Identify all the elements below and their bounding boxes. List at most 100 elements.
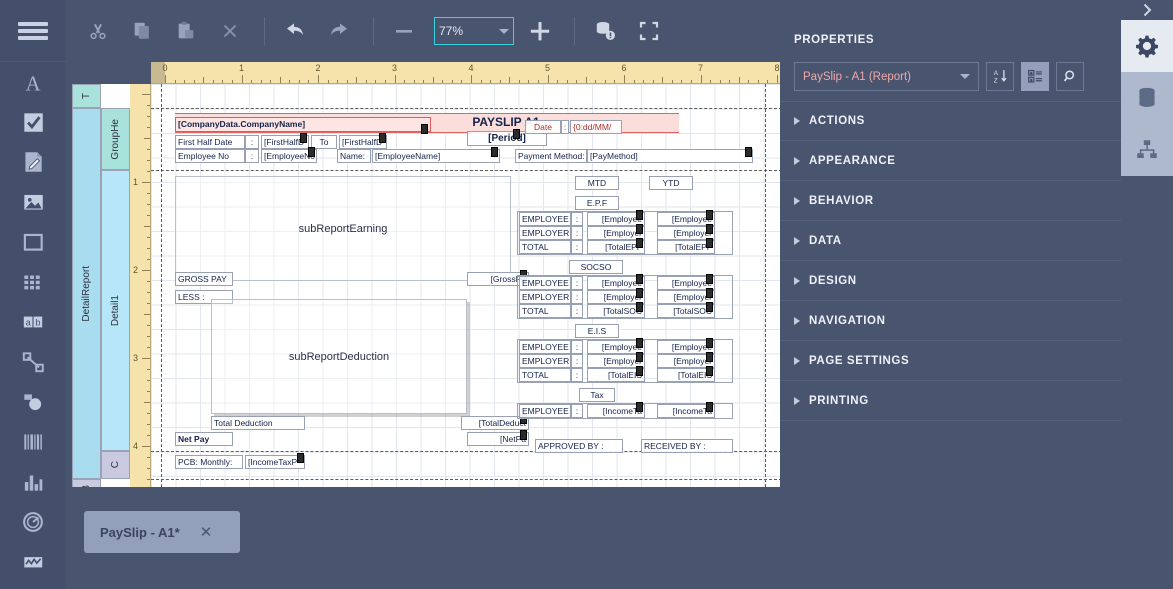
band-group-header[interactable]: GroupHe [101, 108, 130, 170]
resize-handle[interactable] [706, 352, 713, 362]
epf-block-row-2-label[interactable]: TOTAL [519, 240, 571, 254]
epf-block-title[interactable]: E.P.F [575, 196, 619, 210]
employee-no-label[interactable]: Employee No [175, 149, 245, 163]
paste-button[interactable] [166, 9, 206, 53]
copy-button[interactable] [122, 9, 162, 53]
eis-block-row-0-colon[interactable]: : [571, 340, 583, 354]
tax-block-row-0-colon[interactable]: : [571, 404, 583, 418]
resize-handle[interactable] [636, 366, 643, 376]
epf-block-row-1-colon[interactable]: : [571, 226, 583, 240]
delete-button[interactable] [210, 9, 250, 53]
barcode-tool[interactable] [0, 422, 66, 462]
prop-group-design[interactable]: DESIGN [780, 261, 1121, 301]
resize-handle[interactable] [636, 402, 643, 412]
label-tool[interactable]: A [0, 62, 66, 102]
band-calc[interactable]: C [101, 451, 130, 479]
employee-no-colon[interactable]: : [245, 149, 259, 163]
pcb-label[interactable]: PCB: Monthly: [175, 455, 243, 469]
line-tool[interactable] [0, 342, 66, 382]
prop-group-navigation[interactable]: NAVIGATION [780, 301, 1121, 341]
zoom-level-input[interactable]: 77% [434, 17, 514, 45]
validate-button[interactable] [585, 9, 625, 53]
resize-handle[interactable] [636, 288, 643, 298]
gauge-tool[interactable] [0, 502, 66, 542]
zoom-out-button[interactable] [384, 9, 424, 53]
eis-block-row-2-label[interactable]: TOTAL [519, 368, 571, 382]
prop-group-actions[interactable]: ACTIONS [780, 101, 1121, 141]
categorized-view-button[interactable] [1021, 62, 1049, 91]
eis-block-row-1-colon[interactable]: : [571, 354, 583, 368]
date-colon[interactable]: : [561, 120, 569, 134]
prop-group-printing[interactable]: PRINTING [780, 381, 1121, 421]
band-bottom-margin[interactable]: B [72, 479, 101, 487]
resize-handle[interactable] [308, 147, 315, 157]
payment-method-label[interactable]: Payment Method: [515, 149, 587, 163]
resize-handle[interactable] [636, 238, 643, 248]
eis-block-title[interactable]: E.I.S [575, 324, 619, 338]
socso-block-row-0-label[interactable]: EMPLOYEE [519, 276, 571, 290]
sub-report-deduction[interactable]: subReportDeduction [211, 299, 467, 414]
rich-text-tool[interactable] [0, 142, 66, 182]
close-icon[interactable]: ✕ [200, 523, 213, 541]
mtd-column-header[interactable]: MTD [575, 176, 619, 190]
sub-report-earning[interactable]: subReportEarning [175, 176, 511, 281]
eis-block-row-1-label[interactable]: EMPLOYER [519, 354, 571, 368]
resize-handle[interactable] [513, 129, 520, 139]
first-half-date-colon[interactable]: : [245, 135, 259, 149]
pcb-field[interactable]: [IncomeTaxP [245, 455, 305, 469]
resize-handle[interactable] [706, 288, 713, 298]
resize-handle[interactable] [520, 430, 527, 440]
fullscreen-button[interactable] [629, 9, 669, 53]
eis-block-row-0-label[interactable]: EMPLOYEE [519, 340, 571, 354]
socso-block-row-0-colon[interactable]: : [571, 276, 583, 290]
zoom-in-button[interactable] [520, 9, 560, 53]
report-canvas[interactable]: 012345678 1234 TDetailReportB GroupHeDet… [72, 62, 782, 487]
socso-block-row-1-colon[interactable]: : [571, 290, 583, 304]
report-page-sheet[interactable]: [CompanyData.CompanyName] PAYSLIP A1 [Pe… [151, 84, 782, 487]
epf-block-row-0-label[interactable]: EMPLOYEE [519, 212, 571, 226]
socso-block-row-1-label[interactable]: EMPLOYER [519, 290, 571, 304]
resize-handle[interactable] [706, 224, 713, 234]
shape-tool[interactable] [0, 382, 66, 422]
epf-block-row-0-colon[interactable]: : [571, 212, 583, 226]
resize-handle[interactable] [706, 366, 713, 376]
search-properties-button[interactable] [1056, 62, 1084, 91]
epf-block-row-2-colon[interactable]: : [571, 240, 583, 254]
band-detail-report[interactable]: DetailReport [72, 108, 101, 479]
company-name-field[interactable]: [CompanyData.CompanyName] [175, 117, 431, 132]
employee-name-field[interactable]: [EmployeeName] [372, 149, 500, 163]
redo-button[interactable] [319, 9, 359, 53]
resize-handle[interactable] [636, 224, 643, 234]
prop-group-appearance[interactable]: APPEARANCE [780, 141, 1121, 181]
socso-block-row-2-colon[interactable]: : [571, 304, 583, 318]
resize-handle[interactable] [491, 147, 498, 157]
resize-handle[interactable] [706, 302, 713, 312]
resize-handle[interactable] [297, 453, 304, 463]
checkbox-tool[interactable] [0, 102, 66, 142]
sort-alphabetical-button[interactable]: A Z [986, 62, 1014, 91]
undo-button[interactable] [275, 9, 315, 53]
date-field[interactable]: {0:dd/MM/ [570, 120, 622, 134]
character-comb-tool[interactable]: ab [0, 302, 66, 342]
resize-handle[interactable] [706, 274, 713, 284]
resize-handle[interactable] [636, 352, 643, 362]
resize-handle[interactable] [636, 302, 643, 312]
resize-handle[interactable] [636, 210, 643, 220]
resize-handle[interactable] [300, 133, 307, 143]
gross-pay-label[interactable]: GROSS PAY [175, 272, 233, 286]
tax-block-title[interactable]: Tax [579, 388, 615, 402]
first-half-date-label[interactable]: First Half Date [175, 135, 245, 149]
resize-handle[interactable] [379, 133, 386, 143]
total-deduction-label[interactable]: Total Deduction [211, 416, 305, 430]
payment-method-field[interactable]: [PayMethod] [587, 149, 753, 163]
band-detail1[interactable]: Detail1 [101, 170, 130, 451]
resize-handle[interactable] [706, 402, 713, 412]
chevron-down-icon[interactable] [499, 29, 509, 34]
expand-panel-button[interactable] [1121, 0, 1173, 20]
resize-handle[interactable] [745, 147, 752, 157]
picture-box-tool[interactable] [0, 182, 66, 222]
menu-button[interactable] [0, 0, 66, 62]
prop-group-data[interactable]: DATA [780, 221, 1121, 261]
table-tool[interactable] [0, 262, 66, 302]
rail-tab-field-list[interactable] [1121, 124, 1173, 176]
